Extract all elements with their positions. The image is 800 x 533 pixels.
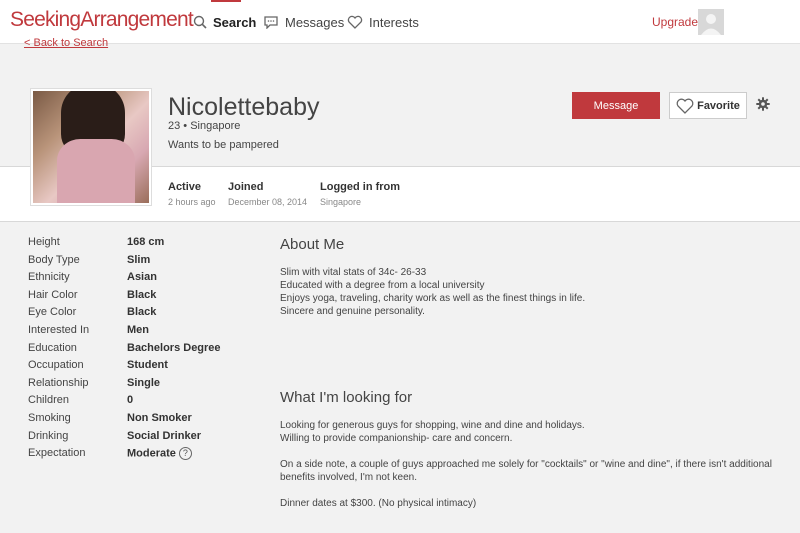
about-me-heading: About Me (280, 236, 345, 253)
detail-value: Black (127, 306, 157, 319)
detail-key: Interested In (28, 323, 90, 336)
nav-interests[interactable]: Interests (347, 0, 419, 44)
avatar-silhouette-icon (701, 14, 721, 35)
detail-row-children: Children 0 (28, 394, 268, 412)
detail-row-interested-in: Interested In Men (28, 324, 268, 342)
about-line: Enjoys yoga, traveling, charity work as … (280, 293, 586, 304)
stat-joined: Joined December 08, 2014 (228, 181, 307, 207)
top-navbar: SeekingArrangement Search Messages Inter… (0, 0, 800, 44)
message-button[interactable]: Message (572, 92, 660, 119)
search-icon (193, 15, 207, 29)
about-line: Educated with a degree from a local univ… (280, 280, 485, 291)
back-to-search-link[interactable]: < Back to Search (24, 37, 108, 49)
stat-logged-in-from: Logged in from Singapore (320, 181, 400, 207)
heart-outline-icon (676, 98, 694, 114)
detail-value: Non Smoker (127, 411, 192, 424)
detail-value: 168 cm (127, 236, 165, 248)
detail-value: Moderate (127, 447, 176, 460)
detail-value: Bachelors Degree (127, 341, 221, 354)
profile-age-location: 23 • Singapore (168, 120, 241, 132)
favorite-button[interactable]: Favorite (669, 92, 747, 119)
profile-header: Nicolettebaby 23 • Singapore Wants to be… (0, 88, 800, 222)
user-avatar[interactable] (698, 9, 724, 35)
messages-icon (264, 16, 278, 29)
detail-row-hair-color: Hair Color Black (28, 289, 268, 307)
detail-row-ethnicity: Ethnicity Asian (28, 271, 268, 289)
looking-paragraph-1: Looking for generous guys for shopping, … (280, 419, 780, 445)
help-icon[interactable]: ? (178, 447, 192, 461)
detail-row-occupation: Occupation Student (28, 359, 268, 377)
detail-row-drinking: Drinking Social Drinker (28, 430, 268, 448)
heart-icon (347, 15, 363, 29)
detail-key: Body Type (28, 253, 80, 266)
detail-row-education: Education Bachelors Degree (28, 342, 268, 360)
looking-line: Willing to provide companionship- care a… (280, 433, 513, 444)
looking-paragraph-2: On a side note, a couple of guys approac… (280, 459, 772, 483)
detail-key: Eye Color (28, 306, 77, 319)
detail-value: Asian (127, 271, 157, 284)
detail-key: Relationship (28, 376, 89, 389)
stat-label: Active (168, 181, 202, 193)
detail-key: Ethnicity (28, 271, 70, 284)
profile-photo-image (33, 91, 149, 203)
detail-row-relationship: Relationship Single (28, 377, 268, 395)
detail-key: Education (28, 341, 77, 354)
detail-row-height: Height 168 cm (28, 236, 268, 254)
stat-value: December 08, 2014 (228, 197, 308, 207)
stat-label: Logged in from (320, 181, 401, 193)
gear-icon[interactable] (756, 97, 770, 111)
nav-messages[interactable]: Messages (263, 0, 344, 44)
detail-key: Expectation (28, 447, 86, 460)
detail-value: Slim (127, 253, 151, 266)
looking-line: Looking for generous guys for shopping, … (280, 420, 585, 431)
about-me-text: Slim with vital stats of 34c- 26-33 Educ… (280, 266, 770, 318)
profile-photo[interactable] (30, 88, 152, 206)
about-line: Sincere and genuine personality. (280, 306, 425, 317)
nav-interests-label: Interests (369, 14, 419, 30)
detail-value: Black (127, 288, 157, 301)
about-line: Slim with vital stats of 34c- 26-33 (280, 267, 427, 278)
detail-value: Single (127, 376, 161, 389)
logo[interactable]: SeekingArrangement (10, 8, 194, 32)
detail-row-smoking: Smoking Non Smoker (28, 412, 268, 430)
nav-search[interactable]: Search (193, 0, 256, 44)
favorite-label: Favorite (697, 99, 740, 112)
detail-row-expectation: Expectation Moderate? (28, 447, 268, 465)
detail-value: 0 (127, 394, 134, 407)
looking-paragraph-3: Dinner dates at $300. (No physical intim… (280, 498, 477, 509)
detail-value: Social Drinker (127, 429, 201, 442)
nav-messages-label: Messages (285, 14, 345, 30)
stat-label: Joined (228, 181, 264, 193)
stat-active: Active 2 hours ago (168, 181, 216, 207)
profile-tagline: Wants to be pampered (168, 139, 279, 151)
detail-row-body-type: Body Type Slim (28, 254, 268, 272)
detail-key: Hair Color (28, 288, 78, 301)
detail-key: Smoking (28, 411, 71, 424)
looking-for-text: Looking for generous guys for shopping, … (280, 419, 780, 523)
profile-name: Nicolettebaby (168, 93, 320, 121)
detail-row-eye-color: Eye Color Black (28, 306, 268, 324)
looking-for-heading: What I'm looking for (280, 389, 413, 406)
profile-details: Height 168 cm Body Type Slim Ethnicity Asia… (28, 236, 268, 465)
stat-value: Singapore (320, 197, 362, 207)
detail-key: Drinking (28, 429, 69, 442)
detail-value-wrap: Moderate? (127, 447, 192, 461)
nav-search-label: Search (213, 14, 257, 30)
stat-value: 2 hours ago (168, 197, 216, 207)
detail-key: Occupation (28, 359, 84, 372)
upgrade-link[interactable]: Upgrade (652, 15, 698, 29)
detail-value: Men (127, 323, 149, 336)
detail-value: Student (127, 359, 168, 372)
detail-key: Height (28, 236, 60, 248)
detail-key: Children (28, 394, 69, 407)
